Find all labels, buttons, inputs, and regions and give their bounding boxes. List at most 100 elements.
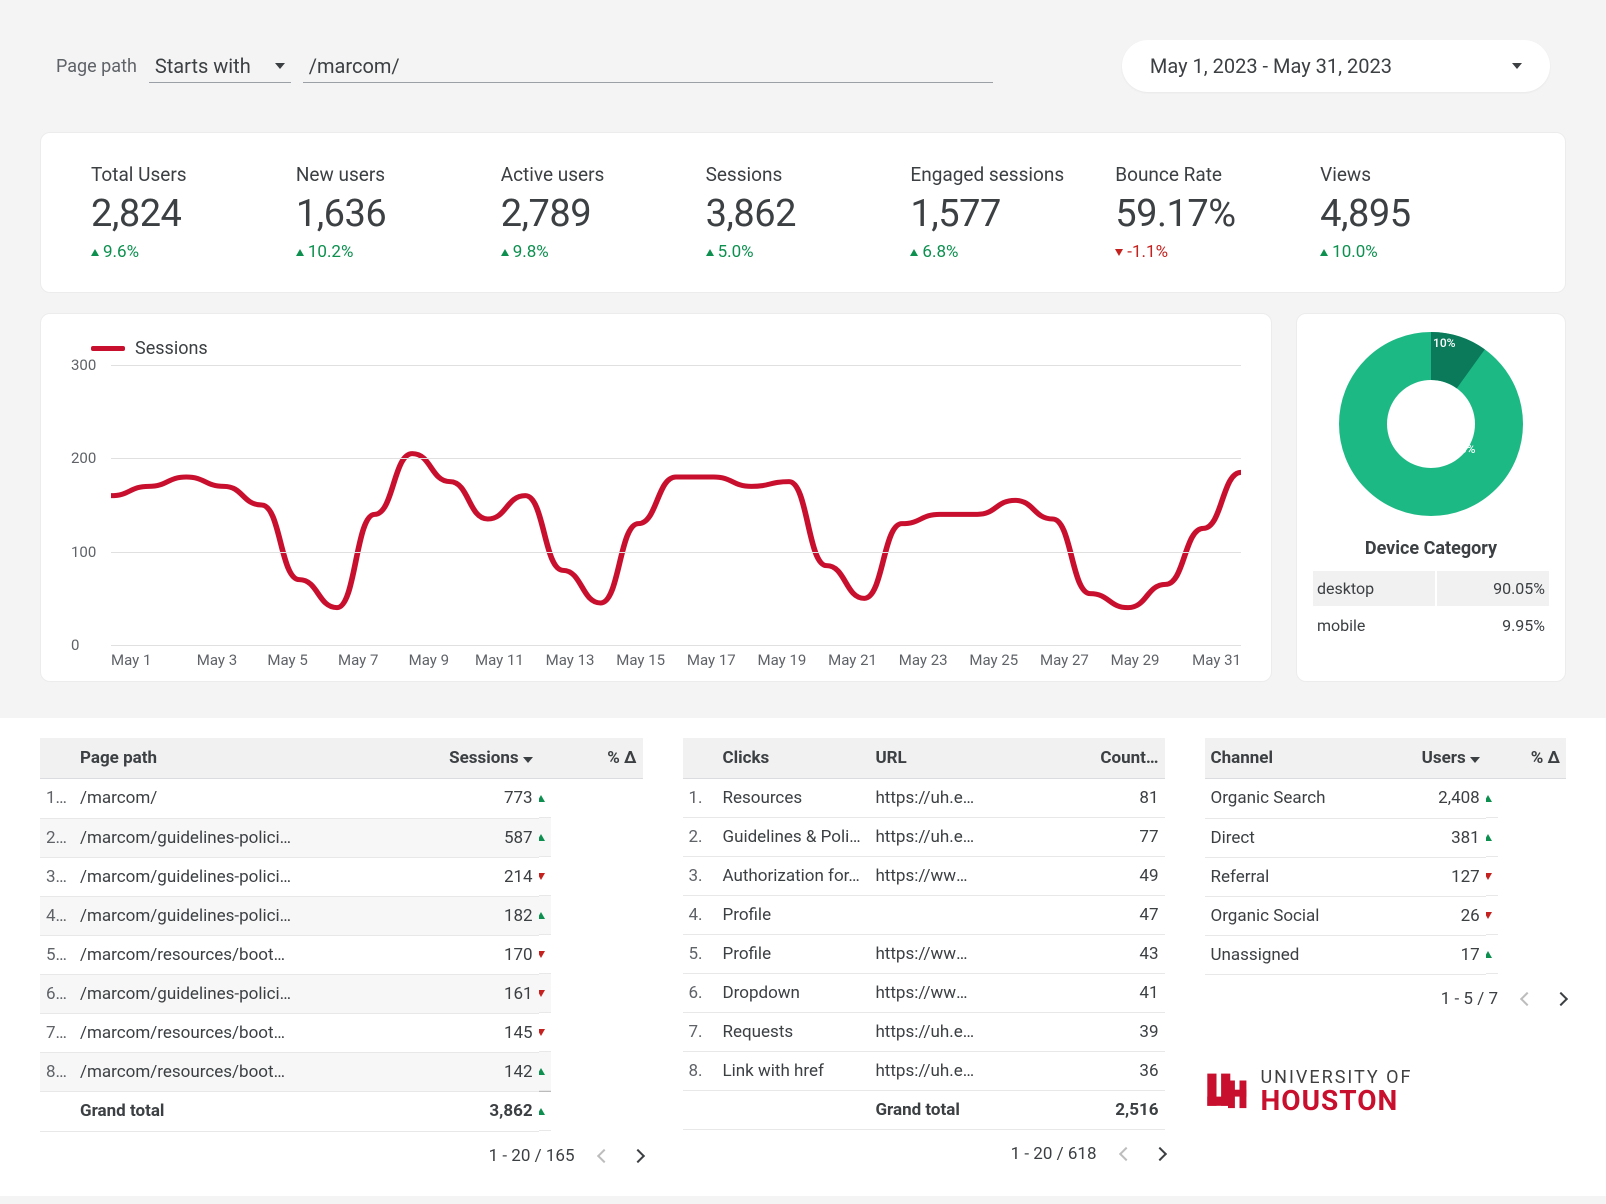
col-clicks[interactable]: Clicks: [717, 738, 870, 779]
table-row[interactable]: 5. Profile https://www.uh.edu/mar… 43: [683, 935, 1165, 974]
col-url[interactable]: URL: [869, 738, 982, 779]
page-path-cell: /marcom/resources/bootstrap/components/g…: [74, 1052, 298, 1091]
filter-value-input[interactable]: /marcom/: [303, 50, 993, 83]
sort-desc-icon: [1470, 757, 1480, 763]
metric-label: Active users: [501, 163, 696, 186]
arrow-up-icon: [1486, 951, 1492, 958]
metric-tile: Engaged sessions 1,577 6.8%: [910, 163, 1105, 262]
row-index: 6…: [40, 974, 74, 1013]
table-row[interactable]: 8… /marcom/resources/bootstrap/component…: [40, 1052, 643, 1091]
table-row[interactable]: 1… /marcom/ 773 9.3%: [40, 779, 643, 819]
sessions-line: [111, 454, 1241, 608]
col-sessions[interactable]: Sessions: [298, 738, 538, 779]
grand-label: Grand total: [74, 1091, 298, 1131]
prev-page-button[interactable]: [1118, 1147, 1132, 1161]
delta-cell: 37.5%: [539, 818, 551, 857]
table-row[interactable]: 4… /marcom/guidelines-policies/photo-rel…: [40, 896, 643, 935]
col-channel[interactable]: Channel: [1205, 738, 1350, 779]
metric-tile: Active users 2,789 9.8%: [501, 163, 696, 262]
delta-cell: 94.5%: [539, 1052, 551, 1091]
col-delta[interactable]: % Δ: [1486, 738, 1566, 779]
legend-label: Sessions: [135, 338, 208, 359]
x-tick: May 13: [535, 651, 606, 669]
x-tick: May 15: [605, 651, 676, 669]
row-index: 5.: [683, 935, 717, 974]
col-users[interactable]: Users: [1349, 738, 1485, 779]
next-page-button[interactable]: [1152, 1147, 1166, 1161]
arrow-up-icon: [706, 249, 714, 256]
grand-total-row: Grand total 2,516: [683, 1091, 1165, 1130]
x-tick: May 21: [817, 651, 888, 669]
sessions-cell: 182: [298, 896, 538, 935]
row-index: 6.: [683, 974, 717, 1013]
col-delta[interactable]: % Δ: [539, 738, 643, 779]
prev-page-button[interactable]: [596, 1148, 610, 1162]
x-tick: May 19: [747, 651, 818, 669]
users-cell: 127: [1349, 857, 1485, 896]
table-row[interactable]: 6. Dropdown https://www.uh.edu/mar… 41: [683, 974, 1165, 1013]
arrow-up-icon: [539, 834, 545, 841]
click-url-cell: https://www.uh.edu/mar…: [869, 935, 982, 974]
arrow-up-icon: [501, 249, 509, 256]
page-path-cell: /marcom/guidelines-policies/photo-releas…: [74, 896, 298, 935]
metric-delta: 5.0%: [706, 242, 901, 262]
table-row[interactable]: 7. Requests https://uh.edu/marcom/… 39: [683, 1013, 1165, 1052]
x-tick: May 29: [1100, 651, 1171, 669]
sessions-cell: 142: [298, 1052, 538, 1091]
metric-delta: 6.8%: [910, 242, 1105, 262]
click-name-cell: Profile: [717, 935, 870, 974]
page-path-cell: /marcom/guidelines-policies/web-style/: [74, 857, 298, 896]
grand-sessions: 3,862: [298, 1091, 538, 1131]
date-range-picker[interactable]: May 1, 2023 - May 31, 2023: [1122, 40, 1550, 92]
x-tick: May 23: [888, 651, 959, 669]
click-url-cell: https://www.uh.edu/mar…: [869, 974, 982, 1013]
table-row[interactable]: 2. Guidelines & Poli… https://uh.edu/mar…: [683, 818, 1165, 857]
row-index: 8…: [40, 1052, 74, 1091]
table-row[interactable]: 3. Authorization for… https://www.uhsyst…: [683, 857, 1165, 896]
table-row[interactable]: Direct 381 1.3%: [1205, 818, 1567, 857]
next-page-button[interactable]: [630, 1148, 644, 1162]
row-index: 8.: [683, 1052, 717, 1091]
arrow-up-icon: [1486, 795, 1492, 802]
click-count-cell: 49: [982, 857, 1164, 896]
filter-label: Page path: [56, 56, 137, 77]
arrow-down-icon: [1115, 249, 1123, 256]
x-tick: May 7: [323, 651, 394, 669]
chevron-down-icon: [1512, 63, 1522, 69]
arrow-up-icon: [539, 795, 545, 802]
table-row[interactable]: Organic Social 26 -3.7%: [1205, 896, 1567, 935]
channel-table: Channel Users % Δ Organic Search 2,408 1…: [1205, 738, 1567, 975]
filter-operator-dropdown[interactable]: Starts with: [149, 50, 291, 83]
metric-label: Total Users: [91, 163, 286, 186]
table-row[interactable]: 8. Link with href https://uh.edu/marcom/…: [683, 1052, 1165, 1091]
table-row[interactable]: 4. Profile 47: [683, 896, 1165, 935]
table-row[interactable]: 2… /marcom/guidelines-policies/email-sig…: [40, 818, 643, 857]
table-row[interactable]: 3… /marcom/guidelines-policies/web-style…: [40, 857, 643, 896]
arrow-up-icon: [910, 249, 918, 256]
table-row[interactable]: 5… /marcom/resources/bootstrap/component…: [40, 935, 643, 974]
table-row[interactable]: 6… /marcom/guidelines-policies/social-me…: [40, 974, 643, 1013]
table-row[interactable]: Referral 127 -5.2%: [1205, 857, 1567, 896]
click-name-cell: Dropdown: [717, 974, 870, 1013]
y-tick: 100: [71, 543, 96, 561]
col-count[interactable]: Count…: [982, 738, 1164, 779]
metric-tile: New users 1,636 10.2%: [296, 163, 491, 262]
delta-cell: 10.9%: [1486, 779, 1498, 818]
metric-value: 3,862: [706, 192, 901, 236]
table-row[interactable]: 7… /marcom/resources/bootstrap/component…: [40, 1013, 643, 1052]
next-page-button[interactable]: [1554, 991, 1568, 1005]
channel-cell: Unassigned: [1205, 935, 1350, 974]
device-category-title: Device Category: [1365, 538, 1497, 559]
x-axis: May 1May 3May 5May 7May 9May 11May 13May…: [111, 651, 1241, 669]
table-row[interactable]: Unassigned 17 21.4%: [1205, 935, 1567, 974]
click-count-cell: 39: [982, 1013, 1164, 1052]
sessions-cell: 145: [298, 1013, 538, 1052]
channel-cell: Organic Social: [1205, 896, 1350, 935]
table-row[interactable]: 1. Resources https://uh.edu/marcom/… 81: [683, 779, 1165, 818]
prev-page-button[interactable]: [1520, 991, 1534, 1005]
page-path-cell: /marcom/guidelines-policies/social-media…: [74, 974, 298, 1013]
col-page-path[interactable]: Page path: [74, 738, 298, 779]
table-row[interactable]: Organic Search 2,408 10.9%: [1205, 779, 1567, 819]
metric-value: 2,824: [91, 192, 286, 236]
y-tick: 200: [71, 449, 96, 467]
